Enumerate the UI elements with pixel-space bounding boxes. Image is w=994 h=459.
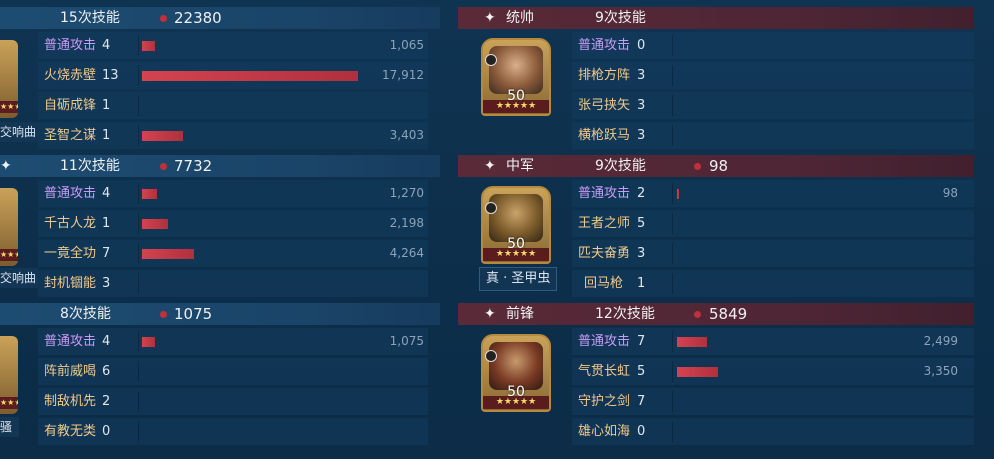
star-rating: ★★★★★ <box>483 248 549 261</box>
skill-uses: 1 <box>637 276 646 291</box>
skill-name: 回马枪 <box>584 276 624 291</box>
right-section-2-header: ✦ 中军 9次技能 98 <box>458 155 974 177</box>
skill-name: 排枪方阵 <box>578 68 631 83</box>
skill-name: 横枪跃马 <box>578 128 631 143</box>
skill-row: 守护之剑 7 <box>572 388 974 415</box>
skill-row: 普通攻击 7 2,499 <box>572 328 974 355</box>
skill-name: 匹夫奋勇 <box>578 246 631 261</box>
role-icon: ✦ <box>484 10 496 26</box>
role-icon: ✦ <box>484 158 496 174</box>
skill-uses: 2 <box>637 186 646 201</box>
skill-uses: 5 <box>637 216 646 231</box>
skill-count: 9次技能 <box>595 10 646 26</box>
hero-face <box>489 342 543 390</box>
equipment-badge-icon <box>485 54 497 66</box>
divider <box>672 273 673 294</box>
skill-count: 9次技能 <box>595 158 646 174</box>
divider <box>672 243 673 264</box>
hero-portrait[interactable]: 50 ★★★★★ <box>481 334 551 412</box>
divider <box>672 361 673 382</box>
skill-row: 普通攻击 0 <box>572 32 974 59</box>
damage-bar <box>677 337 707 347</box>
hero-portrait[interactable]: 50 ★★★★★ <box>481 186 551 264</box>
hero-portrait[interactable]: 50 ★★★★★ <box>481 38 551 116</box>
damage-dot-icon <box>694 163 701 170</box>
skill-name: 普通攻击 <box>578 38 631 53</box>
right-panel: ✦ 统帅 9次技能 50 ★★★★★ 普通攻击 0 排枪方阵 3 张弓挟矢 3 … <box>0 0 994 459</box>
skill-name: 普通攻击 <box>578 334 631 349</box>
hero-face <box>489 46 543 94</box>
skill-uses: 0 <box>637 38 646 53</box>
divider <box>672 65 673 86</box>
damage-total: 5849 <box>709 305 748 323</box>
skill-row: 匹夫奋勇 3 <box>572 240 974 267</box>
star-rating: ★★★★★ <box>483 396 549 409</box>
star-rating: ★★★★★ <box>483 100 549 113</box>
skill-uses: 5 <box>637 364 646 379</box>
skill-name: 普通攻击 <box>578 186 631 201</box>
role-name: 统帅 <box>506 10 534 26</box>
skill-uses: 3 <box>637 98 646 113</box>
right-section-3-header: ✦ 前锋 12次技能 5849 <box>458 303 974 325</box>
skill-count: 12次技能 <box>595 306 655 322</box>
damage-value: 98 <box>942 186 958 200</box>
skill-uses: 0 <box>637 424 646 439</box>
skill-name: 守护之剑 <box>578 394 631 409</box>
skill-row: 横枪跃马 3 <box>572 122 974 149</box>
skill-uses: 7 <box>637 334 646 349</box>
skill-row: 回马枪 1 <box>572 270 974 297</box>
divider <box>672 213 673 234</box>
hero-tag: 真 · 圣甲虫 <box>479 267 558 291</box>
divider <box>672 183 673 204</box>
divider <box>672 421 673 442</box>
damage-value: 2,499 <box>923 334 958 348</box>
divider <box>672 391 673 412</box>
right-section-1-header: ✦ 统帅 9次技能 <box>458 7 974 29</box>
skill-row: 排枪方阵 3 <box>572 62 974 89</box>
equipment-badge-icon <box>485 350 497 362</box>
divider <box>672 331 673 352</box>
skill-uses: 7 <box>637 394 646 409</box>
skill-name: 气贯长虹 <box>578 364 631 379</box>
damage-value: 3,350 <box>923 364 958 378</box>
role-icon: ✦ <box>484 306 496 322</box>
skill-uses: 3 <box>637 246 646 261</box>
skill-name: 王者之师 <box>578 216 631 231</box>
skill-uses: 3 <box>637 128 646 143</box>
damage-bar <box>677 189 679 199</box>
hero-face <box>489 194 543 242</box>
role-name: 中军 <box>506 158 534 174</box>
skill-row: 普通攻击 2 98 <box>572 180 974 207</box>
damage-dot-icon <box>694 311 701 318</box>
role-name: 前锋 <box>506 306 534 322</box>
divider <box>672 125 673 146</box>
skill-uses: 3 <box>637 68 646 83</box>
divider <box>672 95 673 116</box>
equipment-badge-icon <box>485 202 497 214</box>
skill-name: 雄心如海 <box>578 424 631 439</box>
damage-total: 98 <box>709 157 729 175</box>
skill-row: 张弓挟矢 3 <box>572 92 974 119</box>
skill-name: 张弓挟矢 <box>578 98 631 113</box>
divider <box>672 35 673 56</box>
skill-row: 王者之师 5 <box>572 210 974 237</box>
skill-row: 气贯长虹 5 3,350 <box>572 358 974 385</box>
damage-bar <box>677 367 718 377</box>
skill-row: 雄心如海 0 <box>572 418 974 445</box>
